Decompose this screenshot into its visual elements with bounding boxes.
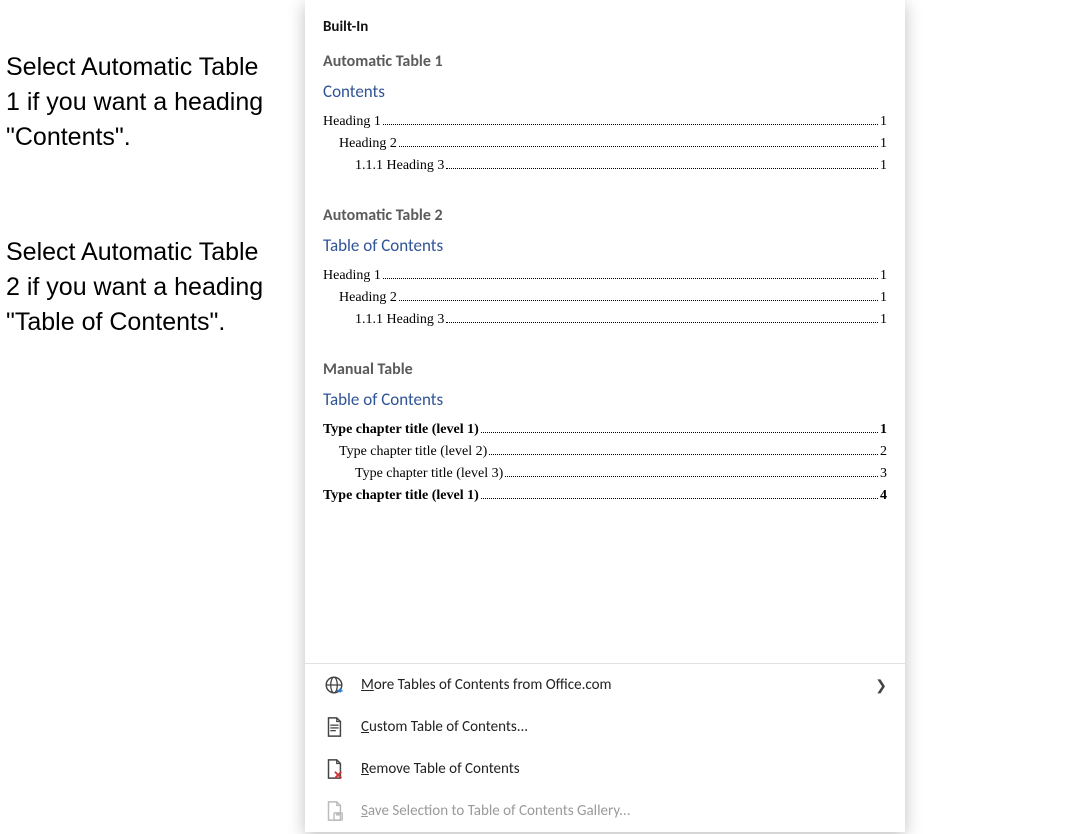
leader-dots (505, 476, 878, 477)
leader-dots (489, 454, 878, 455)
toc-row: Type chapter title (level 3) 3 (323, 460, 887, 482)
more-tables-office-command[interactable]: More Tables of Contents from Office.com … (305, 664, 905, 706)
save-selection-gallery-command: Save Selection to Table of Contents Gall… (305, 790, 905, 832)
remove-toc-command[interactable]: Remove Table of Contents (305, 748, 905, 790)
instructional-annotations: Select Automatic Table 1 if you want a h… (6, 50, 276, 340)
leader-dots (399, 146, 878, 147)
gallery-item-auto2[interactable]: Table of Contents Heading 1 1 Heading 2 … (323, 235, 887, 328)
globe-icon (323, 674, 345, 696)
toc-row: Heading 1 1 (323, 262, 887, 284)
manual-title: Table of Contents (323, 389, 887, 416)
toc-row: Heading 2 1 (323, 130, 887, 152)
command-label: Save Selection to Table of Contents Gall… (361, 802, 631, 820)
auto1-title: Contents (323, 81, 887, 108)
chevron-right-icon: ❯ (875, 677, 887, 694)
leader-dots (383, 278, 878, 279)
toc-commands: More Tables of Contents from Office.com … (305, 663, 905, 832)
document-remove-icon (323, 758, 345, 780)
toc-row: Type chapter title (level 1) 1 (323, 416, 887, 438)
leader-dots (383, 124, 878, 125)
command-label: More Tables of Contents from Office.com (361, 676, 611, 694)
item-manual-name: Manual Table (305, 356, 905, 389)
item-auto1-name: Automatic Table 1 (305, 48, 905, 81)
custom-toc-command[interactable]: Custom Table of Contents... (305, 706, 905, 748)
document-save-icon (323, 800, 345, 822)
gallery-item-auto1[interactable]: Contents Heading 1 1 Heading 2 1 1.1.1 H… (323, 81, 887, 174)
toc-row: 1.1.1 Heading 3 1 (323, 152, 887, 174)
category-builtin-label: Built-In (305, 6, 905, 48)
toc-gallery-dropdown: Built-In Automatic Table 1 Contents Head… (305, 0, 905, 832)
auto2-title: Table of Contents (323, 235, 887, 262)
toc-row: Type chapter title (level 2) 2 (323, 438, 887, 460)
annotation-auto1: Select Automatic Table 1 if you want a h… (6, 50, 276, 155)
toc-row: Heading 2 1 (323, 284, 887, 306)
toc-row: Type chapter title (level 1) 4 (323, 482, 887, 504)
leader-dots (446, 168, 878, 169)
toc-gallery-list: Built-In Automatic Table 1 Contents Head… (305, 0, 905, 663)
command-label: Remove Table of Contents (361, 760, 520, 778)
annotation-auto2: Select Automatic Table 2 if you want a h… (6, 235, 276, 340)
item-auto2-name: Automatic Table 2 (305, 202, 905, 235)
command-label: Custom Table of Contents... (361, 718, 528, 736)
leader-dots (446, 322, 878, 323)
leader-dots (399, 300, 878, 301)
gallery-item-manual[interactable]: Table of Contents Type chapter title (le… (323, 389, 887, 504)
toc-row: Heading 1 1 (323, 108, 887, 130)
document-icon (323, 716, 345, 738)
leader-dots (481, 432, 878, 433)
toc-row: 1.1.1 Heading 3 1 (323, 306, 887, 328)
leader-dots (481, 498, 878, 499)
